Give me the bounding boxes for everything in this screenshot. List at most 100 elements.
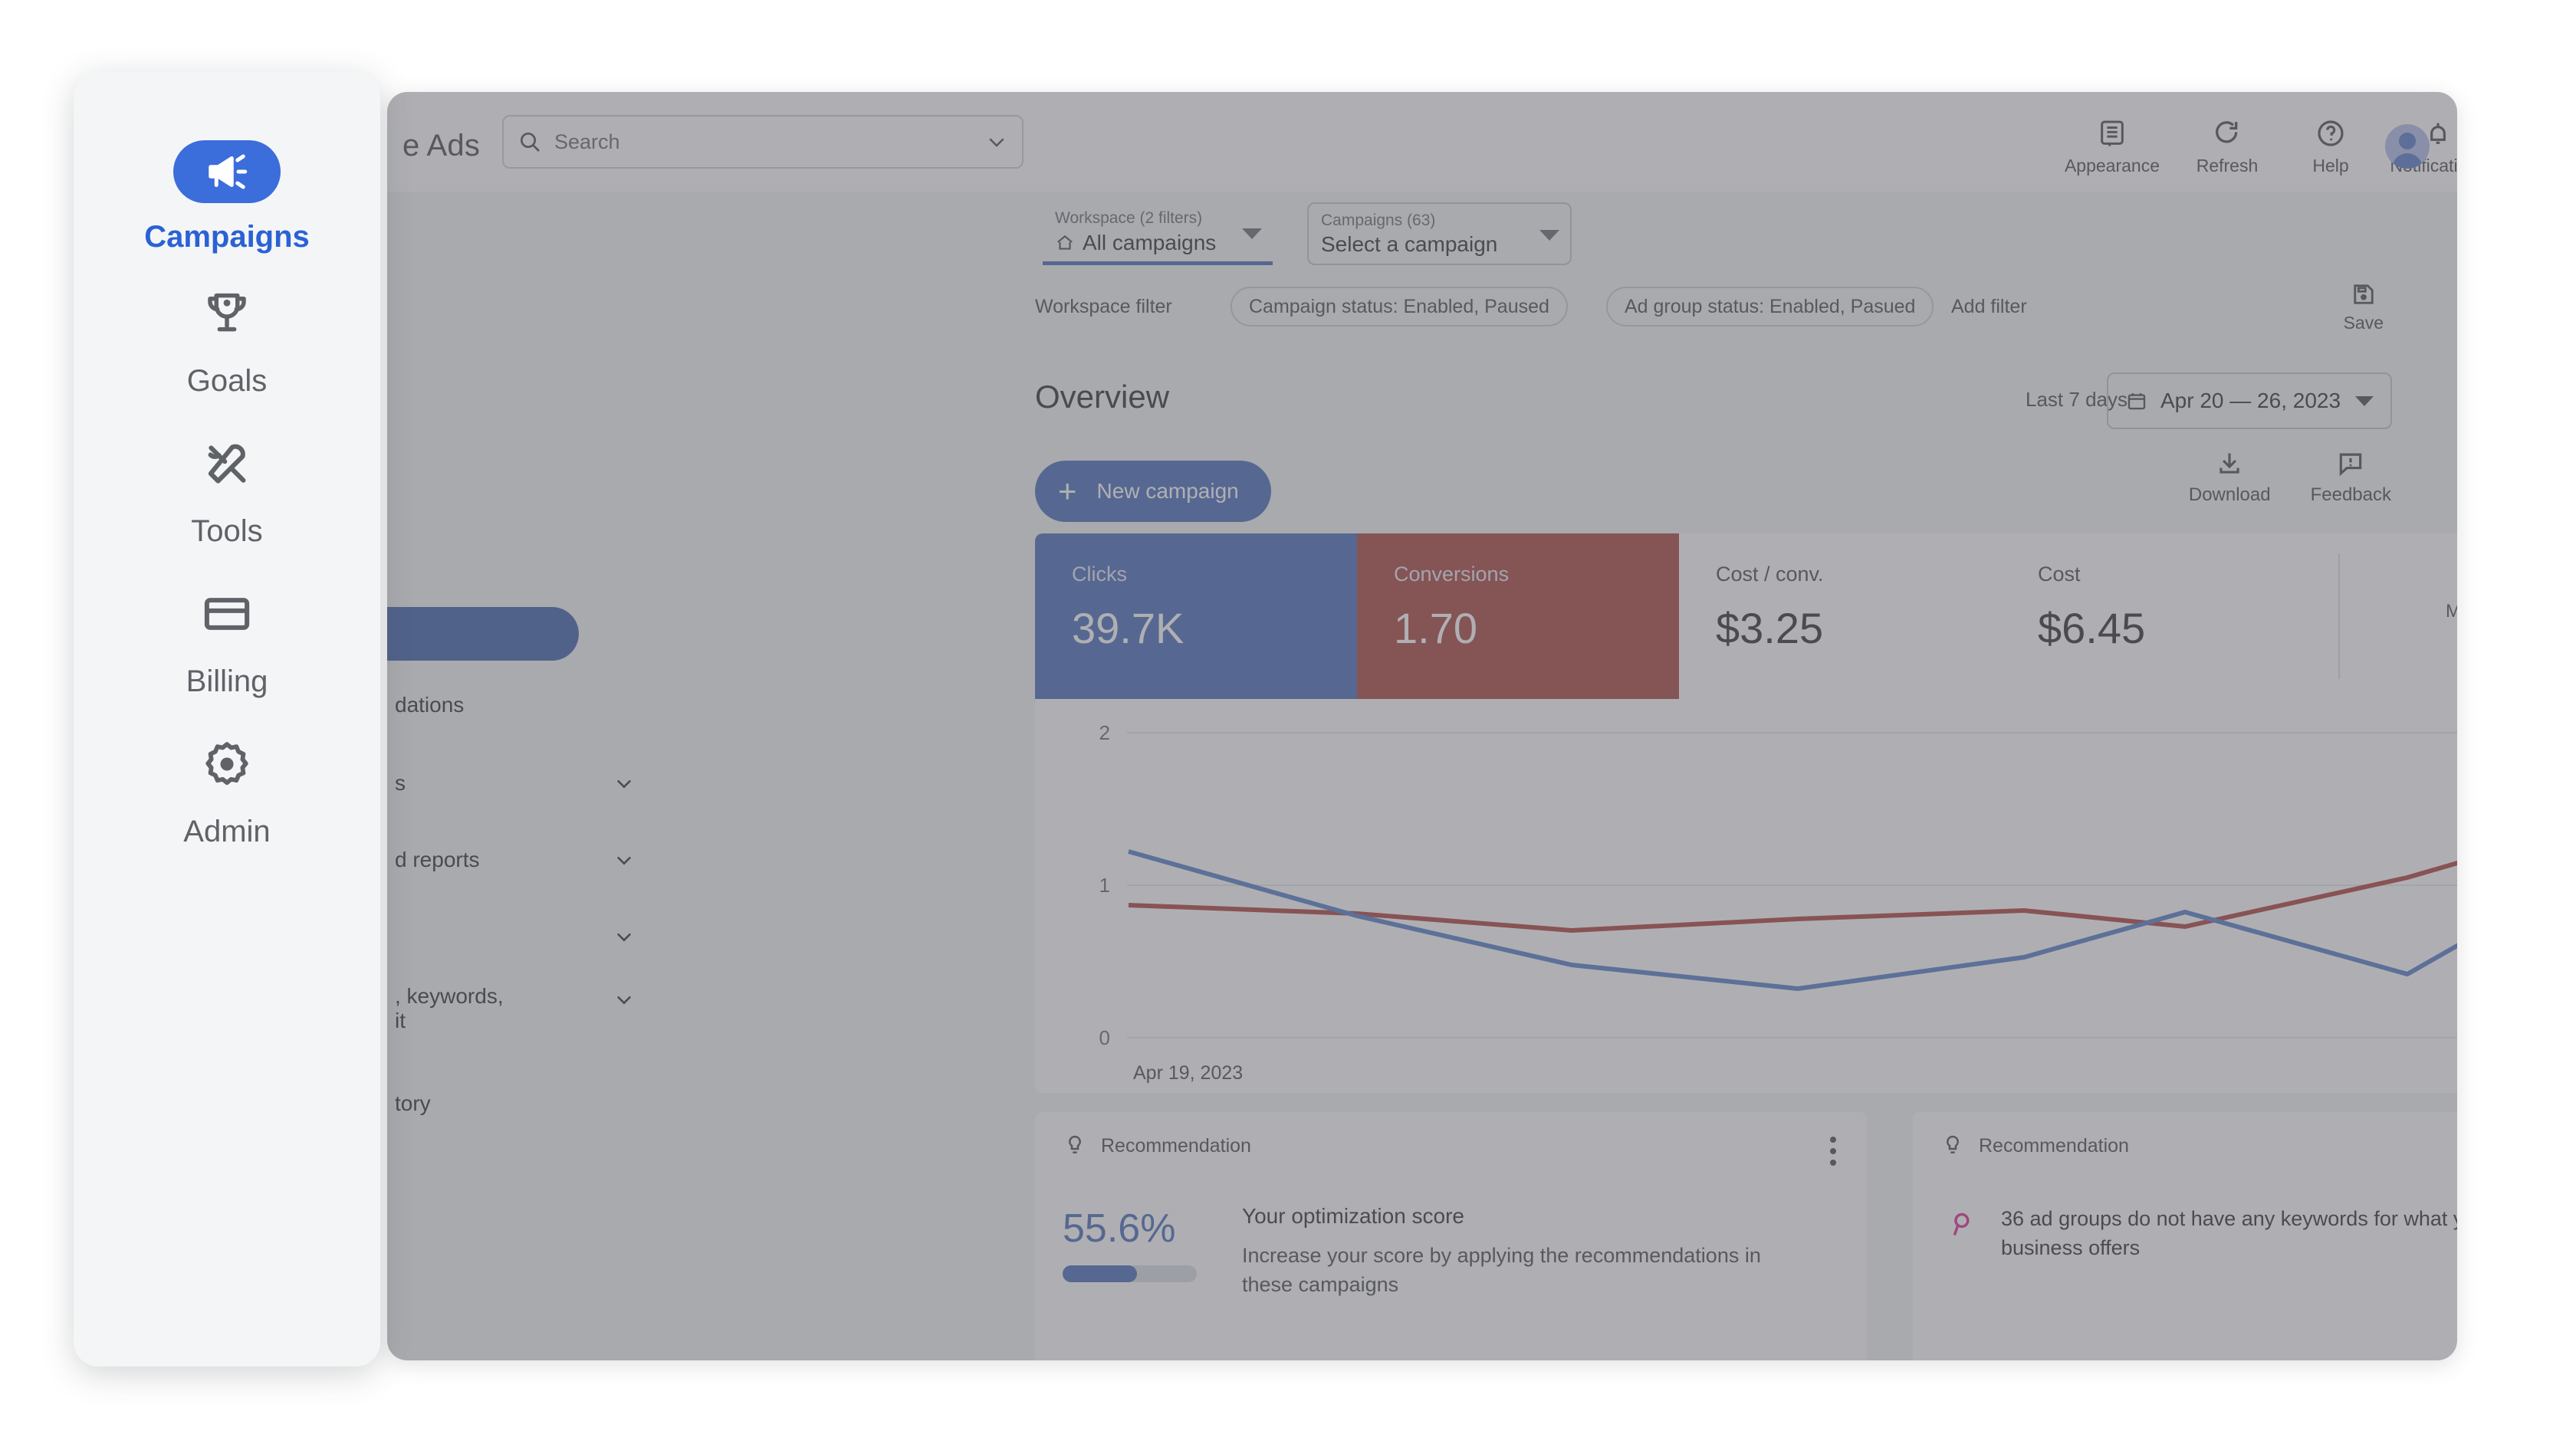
progress-fill [1063,1265,1137,1282]
nav-item-1[interactable]: s [387,760,652,806]
nav-item-keywords[interactable]: , keywords, it [387,984,652,1030]
workspace-selector[interactable]: Workspace (2 filters) All campaigns [1043,202,1273,265]
floating-nav-panel: Campaigns Goals [74,71,380,1367]
nav-item-history[interactable]: tory [387,1081,652,1127]
download-button[interactable]: Download [2189,449,2271,506]
nav-item-label: d reports [387,848,480,872]
metric-label: Conversions [1394,563,1679,586]
nav-item-recommendations[interactable]: dations [387,682,652,728]
chevron-down-icon[interactable] [1242,228,1262,239]
recommendation-text: 36 ad groups do not have any keywords fo… [2001,1204,2457,1263]
left-navigation: dations s d reports , keywords, [387,592,652,1360]
main-content: dations s d reports , keywords, [387,342,2457,1360]
nav-active-pill[interactable] [387,607,579,661]
credit-card-icon [193,580,261,648]
brand-title: e Ads [402,129,480,163]
nav-item-reports[interactable]: d reports [387,837,652,883]
y-tick-1: 1 [1099,874,1110,897]
metrics-button-label: Metrics [2446,601,2457,622]
appearance-label: Appearance [2065,156,2160,176]
optimization-score-progress [1063,1265,1197,1282]
nav-tab-tools[interactable]: Tools [74,430,380,549]
nav-tab-label: Admin [183,815,270,849]
divider [2338,553,2340,679]
search-box[interactable] [502,115,1024,169]
help-label: Help [2312,156,2348,176]
nav-tab-billing[interactable]: Billing [74,580,380,699]
workspace-selector-value-row: All campaigns [1055,231,1260,255]
nav-tab-admin[interactable]: Admin [74,730,380,849]
chart-actions: Download Feedback [2189,449,2391,506]
nav-tab-label: Billing [186,664,268,699]
appearance-button[interactable]: Appearance [2051,118,2174,176]
recommendation-more-button[interactable] [1830,1137,1836,1166]
lightbulb-icon [1063,1134,1087,1158]
y-tick-2: 2 [1099,721,1110,744]
feedback-label: Feedback [2311,484,2391,506]
page-title: Overview [1035,379,1169,415]
metric-card-cost[interactable]: Cost $6.45 [2001,533,2323,699]
screenshot-root: e Ads Appearance [0,0,2576,1447]
chevron-down-icon[interactable] [2355,396,2374,406]
chevron-down-icon[interactable] [985,130,1008,153]
search-input[interactable] [554,130,922,154]
metric-card-cost-per-conv[interactable]: Cost / conv. $3.25 [1679,533,2001,699]
metric-value: 1.70 [1394,603,1679,653]
save-filter-button[interactable]: Save [2344,281,2384,333]
date-range-picker[interactable]: Apr 20 — 26, 2023 [2107,372,2392,429]
lightbulb-icon [1940,1134,1965,1158]
campaign-selector-label: Campaigns (63) [1321,211,1558,231]
trophy-icon [193,280,261,347]
calendar-icon [2125,389,2148,412]
metric-value: $3.25 [1716,603,2001,653]
nav-item-label: tory [387,1091,431,1116]
feedback-button[interactable]: Feedback [2311,449,2391,506]
metric-value: 39.7K [1072,603,1357,653]
y-tick-0: 0 [1099,1026,1110,1049]
chevron-down-icon[interactable] [1539,230,1559,241]
recommendation-label: Recommendation [1979,1135,2129,1157]
chevron-down-icon [613,773,635,794]
new-campaign-button[interactable]: + New campaign [1035,461,1271,522]
refresh-label: Refresh [2196,156,2259,176]
nav-tab-label: Campaigns [144,220,310,254]
overview-line-chart: 2 1 0 Apr 19, 2023 Apr 25, 2023 [1035,699,2457,1093]
nav-item-3[interactable] [387,914,652,960]
plus-icon: + [1058,475,1077,507]
new-campaign-label: New campaign [1097,479,1239,504]
campaign-selector-value: Select a campaign [1321,232,1558,257]
metric-card-conversions[interactable]: Conversions 1.70 [1357,533,1679,699]
filter-chip-campaign-status[interactable]: Campaign status: Enabled, Paused [1230,287,1568,326]
add-filter-button[interactable]: Add filter [1951,287,2044,326]
nav-item-label: dations [387,693,464,717]
metric-label: Clicks [1072,563,1357,586]
nav-tab-label: Tools [191,514,262,549]
home-icon [1055,233,1075,253]
chevron-down-icon [613,926,635,947]
search-icon [518,130,542,154]
avatar[interactable] [2385,124,2430,169]
metric-label: Cost [2038,563,2323,586]
metric-card-clicks[interactable]: Clicks 39.7K [1035,533,1357,699]
recommendation-card-keywords[interactable]: Recommendation 36 ad groups do not have … [1913,1112,2457,1360]
nav-tab-goals[interactable]: Goals [74,280,380,399]
chart-svg: 2 1 0 Apr 19, 2023 Apr 25, 2023 [1035,699,2457,1093]
recommendation-header: Recommendation [1063,1134,1251,1158]
chevron-down-icon [613,989,635,1010]
recommendation-card-optimization[interactable]: Recommendation 55.6% Your optimization s… [1035,1112,1867,1360]
nav-tab-campaigns[interactable]: Campaigns [74,140,380,254]
filter-chip-adgroup-status[interactable]: Ad group status: Enabled, Pasued [1606,287,1934,326]
metrics-button[interactable]: Metrics [2446,563,2457,622]
metric-label: Cost / conv. [1716,563,2001,586]
download-icon [2215,449,2244,478]
campaign-selector[interactable]: Campaigns (63) Select a campaign [1307,202,1572,265]
feedback-icon [2336,449,2365,478]
save-disk-icon [2350,281,2377,308]
keyword-magnifier-icon [1950,1210,1979,1239]
nav-item-label-line2: it [387,1009,504,1033]
tools-icon [193,430,261,497]
x-tick-first: Apr 19, 2023 [1133,1062,1243,1084]
help-button[interactable]: Help [2269,118,2392,176]
refresh-icon [2212,118,2242,149]
save-label: Save [2344,313,2384,333]
